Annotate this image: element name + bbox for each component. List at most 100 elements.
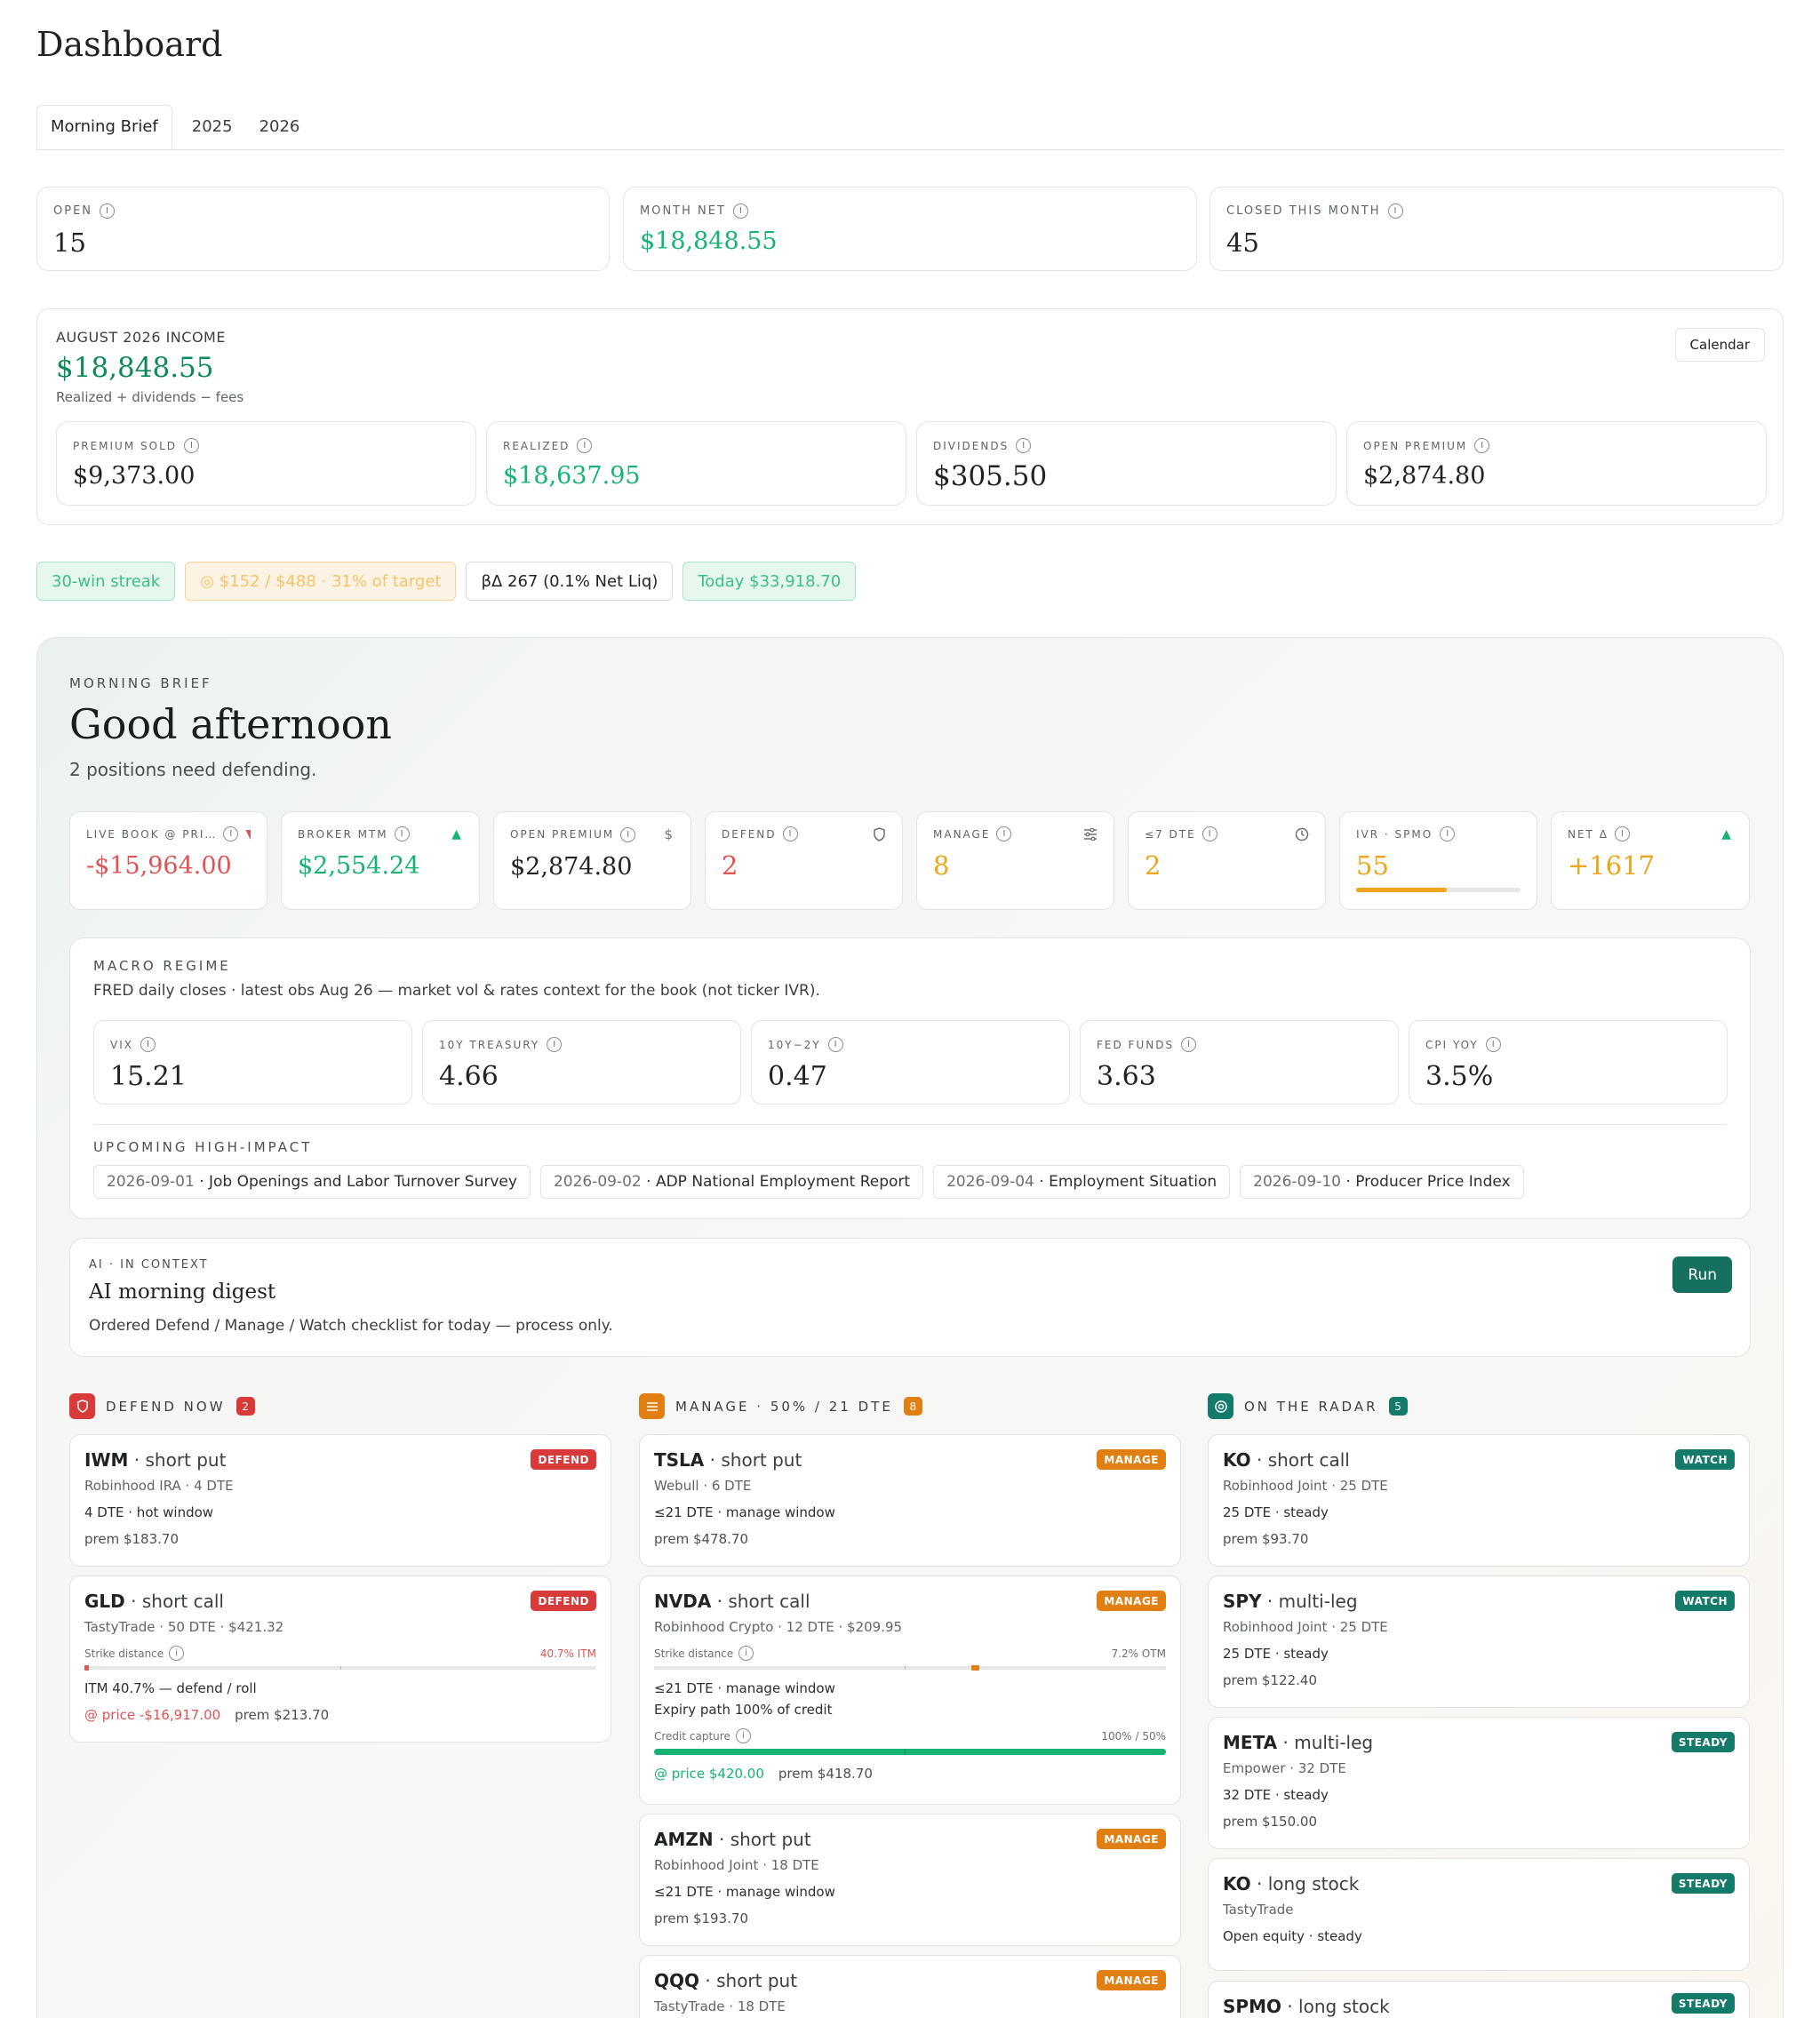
position-card-meta[interactable]: META · multi-leg STEADY Empower · 32 DTE… [1208,1717,1750,1849]
upcoming-events: 2026-09-01 · Job Openings and Labor Turn… [93,1165,1524,1199]
strike-distance-midline [905,1666,906,1670]
macro-label: 10Y TREASURY [439,1038,540,1051]
event-name: ADP National Employment Report [655,1173,911,1191]
status-pills: 30-win streak ◎ $152 / $488 · 31% of tar… [36,562,857,601]
status-badge: STEADY [1671,1873,1735,1894]
info-icon[interactable]: i [735,1728,751,1743]
position-account: Robinhood IRA · 4 DTE [84,1478,234,1494]
position-kind: short put [721,1449,802,1471]
stat-label: MONTH NET [640,204,726,218]
metric-ivr: IVR · SPMO i 55 [1339,811,1537,910]
info-icon[interactable]: i [140,1037,156,1052]
position-account: Robinhood Joint · 25 DTE [1223,1478,1388,1494]
tab-morning-brief[interactable]: Morning Brief [36,105,172,148]
position-kind: multi-leg [1278,1591,1358,1612]
info-icon[interactable]: i [1201,826,1217,841]
position-card-spy[interactable]: SPY · multi-leg WATCH Robinhood Joint · … [1208,1575,1750,1708]
card-value: $9,373.00 [73,462,196,490]
info-icon[interactable]: i [782,826,798,841]
radar-icon [1208,1393,1233,1419]
position-card-ko-short-call[interactable]: KO · short call WATCH Robinhood Joint · … [1208,1434,1750,1567]
ivr-progress-fill [1356,888,1447,892]
info-icon[interactable]: i [996,826,1012,841]
metric-value: $2,874.80 [510,853,633,881]
metric-label: BROKER MTM [298,827,388,841]
info-icon[interactable]: i [394,826,410,841]
tab-2026[interactable]: 2026 [246,105,314,148]
info-icon[interactable]: i [1485,1037,1501,1052]
calendar-button[interactable]: Calendar [1674,328,1765,362]
position-account: Empower · 32 DTE [1223,1760,1346,1776]
info-icon[interactable]: i [223,826,239,841]
info-icon[interactable]: i [1614,826,1630,841]
macro-description: FRED daily closes · latest obs Aug 26 — … [93,982,820,1000]
shield-icon [874,826,885,841]
macro-label: CPI YOY [1425,1038,1479,1051]
ticker: TSLA [654,1449,705,1471]
position-note: 32 DTE · steady [1223,1787,1329,1803]
brief-metrics: LIVE BOOK @ PRI… i ▼ -$15,964.00 BROKER MT… [69,811,1750,910]
info-icon[interactable]: i [577,438,593,453]
ai-description: Ordered Defend / Manage / Watch checklis… [89,1317,613,1335]
triangle-up-icon: ▲ [451,826,463,841]
info-icon[interactable]: i [1181,1037,1197,1052]
position-kind: multi-leg [1294,1732,1374,1753]
macro-value: 0.47 [768,1061,827,1092]
event-date: 2026-09-10 [1253,1173,1341,1191]
card-value: $305.50 [933,460,1048,492]
streak-pill: 30-win streak [36,562,176,601]
macro-regime-card: MACRO REGIME FRED daily closes · latest … [69,937,1751,1219]
position-premium: prem $150.00 [1223,1814,1317,1830]
info-icon[interactable]: i [827,1037,843,1052]
position-card-iwm[interactable]: IWM · short put DEFEND Robinhood IRA · 4… [69,1434,611,1567]
status-badge: WATCH [1675,1449,1735,1470]
status-badge: MANAGE [1097,1829,1166,1849]
metric-label: ≤7 DTE [1145,827,1196,841]
brief-summary: 2 positions need defending. [69,759,317,780]
info-icon[interactable]: i [547,1037,563,1052]
position-card-qqq[interactable]: QQQ · short put MANAGE TastyTrade · 18 D… [639,1955,1181,2018]
position-card-tsla[interactable]: TSLA · short put MANAGE Webull · 6 DTE ≤… [639,1434,1181,1567]
position-card-nvda[interactable]: NVDA · short call MANAGE Robinhood Crypt… [639,1575,1181,1805]
position-account: TastyTrade · 50 DTE · $421.32 [84,1619,284,1635]
info-icon[interactable]: i [169,1646,185,1661]
position-card-gld[interactable]: GLD · short call DEFEND TastyTrade · 50 … [69,1575,611,1743]
info-icon[interactable]: i [620,826,636,842]
run-button[interactable]: Run [1672,1256,1732,1293]
event-chip[interactable]: 2026-09-04 · Employment Situation [933,1165,1231,1199]
info-icon[interactable]: i [738,1646,754,1661]
strike-distance-track [84,1665,596,1671]
position-premium: prem $418.70 [778,1766,873,1782]
macro-title: MACRO REGIME [93,958,231,974]
info-icon[interactable]: i [100,203,116,219]
position-card-ko-long-stock[interactable]: KO · long stock STEADY TastyTrade Open e… [1208,1858,1750,1971]
credit-capture-label: Credit capture [654,1729,730,1743]
stat-month-net: MONTH NET i $18,848.55 [623,187,1197,271]
info-icon[interactable]: i [184,438,199,453]
event-chip[interactable]: 2026-09-01 · Job Openings and Labor Turn… [93,1165,531,1199]
ticker: IWM [84,1449,129,1471]
info-icon[interactable]: i [1440,826,1456,841]
info-icon[interactable]: i [1474,438,1490,453]
ticker: SPY [1223,1591,1262,1612]
event-name: Employment Situation [1049,1173,1217,1191]
position-note: Open equity · steady [1223,1928,1362,1944]
position-note: ≤21 DTE · manage window [654,1884,835,1900]
open-premium-card: OPEN PREMIUM i $2,874.80 [1346,421,1767,506]
position-card-amzn[interactable]: AMZN · short put MANAGE Robinhood Joint … [639,1814,1181,1946]
event-date: 2026-09-01 [107,1173,195,1191]
event-chip[interactable]: 2026-09-02 · ADP National Employment Rep… [539,1165,924,1199]
metric-net-delta: NET Δ i ▲ +1617 [1551,811,1750,910]
info-icon[interactable]: i [732,203,748,219]
position-premium: prem $93.70 [1223,1531,1309,1547]
metric-value: -$15,964.00 [86,852,232,880]
divider [93,1124,1727,1125]
ticker: AMZN [654,1829,714,1850]
position-card-spmo[interactable]: SPMO · long stock STEADY [1208,1981,1750,2018]
tab-2025[interactable]: 2025 [172,105,246,148]
event-chip[interactable]: 2026-09-10 · Producer Price Index [1240,1165,1524,1199]
position-kind: long stock [1267,1873,1360,1894]
info-icon[interactable]: i [1387,203,1403,219]
income-breakdown: PREMIUM SOLD i $9,373.00 REALIZED i $18,63… [56,421,1767,506]
info-icon[interactable]: i [1016,438,1032,453]
